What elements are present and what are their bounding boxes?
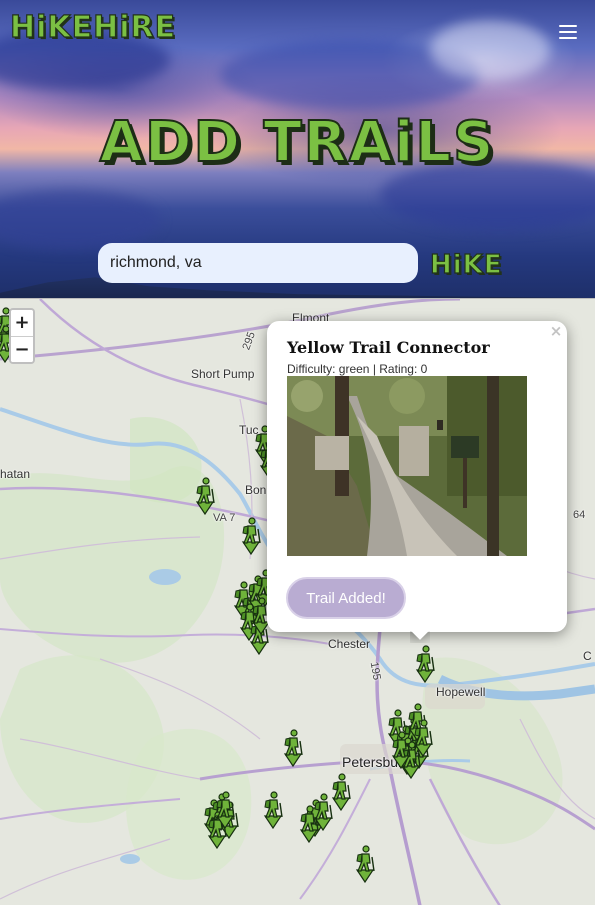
hiker-marker-icon[interactable] — [262, 791, 284, 830]
hamburger-menu-icon[interactable] — [559, 25, 577, 39]
cloud-shape — [430, 20, 550, 80]
hiker-marker-icon[interactable] — [298, 805, 320, 844]
location-search-input[interactable] — [98, 243, 418, 283]
hiker-marker-icon[interactable] — [240, 517, 262, 556]
brand-logo[interactable]: HiKEHiRE — [9, 9, 176, 45]
hiker-marker-icon[interactable] — [214, 791, 236, 830]
map-label-bon: Bon — [245, 483, 267, 497]
hiker-marker-icon[interactable] — [194, 477, 216, 516]
page-title: ADD TRAiLS — [99, 109, 496, 176]
hiker-marker-icon[interactable] — [390, 731, 412, 770]
map-label-c: C — [583, 649, 592, 663]
popup-trail-meta: Difficulty: green | Rating: 0 — [287, 362, 428, 376]
hiker-marker-icon[interactable] — [412, 719, 434, 758]
cloud-shape — [0, 190, 160, 250]
popup-close-icon[interactable]: × — [549, 324, 563, 339]
road-label-64: 64 — [573, 509, 586, 521]
hiker-marker-icon[interactable] — [414, 645, 436, 684]
map-label-hatan: hatan — [0, 467, 31, 481]
hiker-marker-icon[interactable] — [354, 845, 376, 884]
hike-search-button[interactable]: HiKE — [429, 248, 503, 282]
zoom-in-button[interactable]: + — [11, 310, 33, 336]
hiker-marker-icon[interactable] — [282, 729, 304, 768]
map-label-chester: Chester — [328, 637, 371, 651]
map-label-short-pump: Short Pump — [191, 367, 255, 381]
popup-tip — [410, 631, 430, 643]
trail-added-button[interactable]: Trail Added! — [286, 577, 406, 619]
road-label-va7: VA 7 — [213, 512, 236, 524]
zoom-out-button[interactable]: − — [11, 336, 33, 362]
map-label-hopewell: Hopewell — [436, 685, 486, 699]
map-zoom-control: + − — [9, 308, 35, 364]
popup-trail-title: Yellow Trail Connector — [287, 338, 490, 357]
trail-photo — [287, 376, 527, 556]
